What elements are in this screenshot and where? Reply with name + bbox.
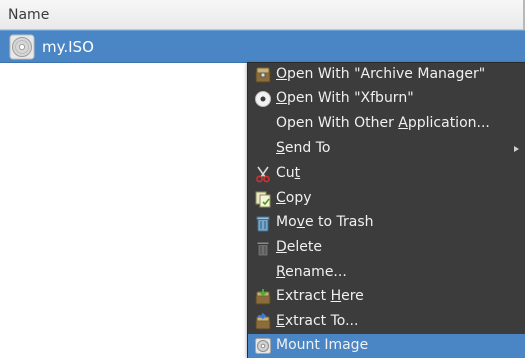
menu-item-send-to[interactable]: Send To bbox=[248, 137, 525, 161]
menu-item-cut[interactable]: Cut bbox=[248, 162, 525, 186]
menu-item-label: Extract To... bbox=[276, 313, 359, 329]
column-header-name[interactable]: Name bbox=[0, 0, 525, 30]
menu-item-label: Extract Here bbox=[276, 288, 364, 304]
disc-image-icon bbox=[9, 34, 35, 60]
menu-item-label: Copy bbox=[276, 190, 312, 206]
menu-item-extract-to[interactable]: Extract To... bbox=[248, 310, 525, 334]
trash-icon bbox=[256, 216, 270, 232]
menu-item-mount-image[interactable]: Mount Image bbox=[248, 334, 525, 358]
menu-item-label: Move to Trash bbox=[276, 214, 374, 230]
copy-icon bbox=[255, 191, 271, 208]
menu-item-label: Open With "Archive Manager" bbox=[276, 66, 486, 82]
menu-item-extract-here[interactable]: Extract Here bbox=[248, 285, 525, 309]
submenu-arrow-icon bbox=[514, 146, 519, 152]
menu-item-move-to-trash[interactable]: Move to Trash bbox=[248, 211, 525, 235]
extract-to-icon bbox=[255, 313, 271, 330]
menu-item-label: Delete bbox=[276, 239, 322, 255]
mount-image-icon bbox=[255, 338, 271, 354]
column-header-label: Name bbox=[8, 7, 50, 23]
extract-here-icon bbox=[255, 289, 271, 305]
menu-item-copy[interactable]: Copy bbox=[248, 187, 525, 211]
menu-item-label: Cut bbox=[276, 165, 301, 181]
context-menu: Open With "Archive Manager" Open With "X… bbox=[247, 62, 525, 358]
menu-item-open-xfburn[interactable]: Open With "Xfburn" bbox=[248, 87, 525, 111]
xfburn-disc-icon bbox=[255, 91, 271, 107]
menu-item-label: Open With "Xfburn" bbox=[276, 90, 414, 106]
archive-manager-icon bbox=[255, 67, 271, 83]
menu-item-label: Open With Other Application... bbox=[276, 115, 490, 131]
delete-icon bbox=[256, 241, 270, 257]
menu-item-rename[interactable]: Rename... bbox=[248, 261, 525, 285]
menu-item-label: Send To bbox=[276, 140, 331, 156]
menu-item-label: Mount Image bbox=[276, 337, 369, 353]
file-name: my.ISO bbox=[42, 38, 94, 56]
scissors-icon bbox=[256, 166, 270, 183]
file-row-selected[interactable]: my.ISO bbox=[0, 30, 525, 63]
menu-item-open-archive-manager[interactable]: Open With "Archive Manager" bbox=[248, 63, 525, 87]
menu-item-open-with-other[interactable]: Open With Other Application... bbox=[248, 112, 525, 136]
menu-item-delete[interactable]: Delete bbox=[248, 236, 525, 260]
menu-item-label: Rename... bbox=[276, 264, 347, 280]
